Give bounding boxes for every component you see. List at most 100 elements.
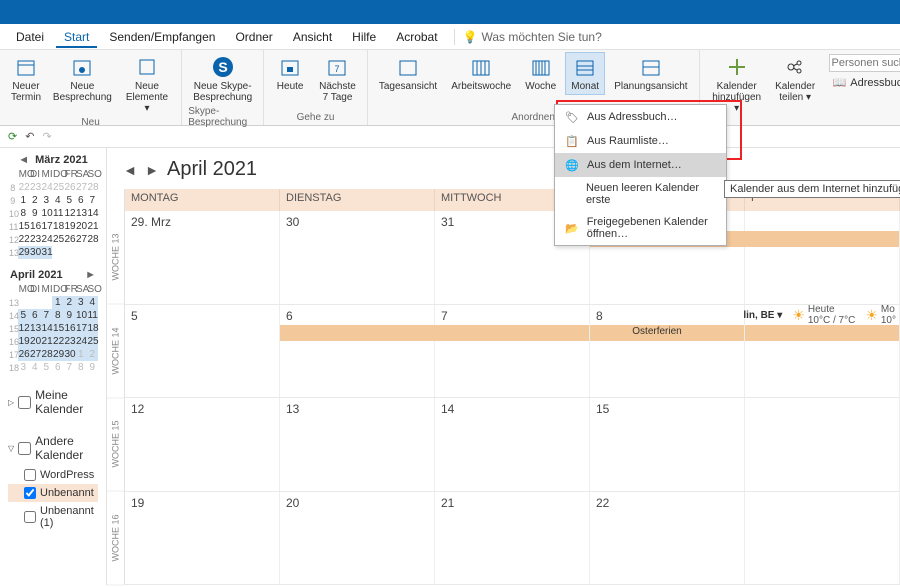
day-cell[interactable]: 6Osterferien — [280, 305, 435, 398]
checkbox[interactable] — [24, 511, 36, 523]
day-number: 29. Mrz — [131, 215, 273, 229]
calendar-list-item[interactable]: WordPress — [8, 466, 98, 484]
tooltip: Kalender aus dem Internet hinzufügen — [724, 180, 900, 198]
tab-datei[interactable]: Datei — [8, 26, 52, 48]
addressbook-button[interactable]: 📖Adressbuch — [829, 74, 900, 91]
day-header: DIENSTAG — [280, 189, 435, 211]
day-cell[interactable]: 30 — [280, 211, 435, 304]
redo-icon[interactable]: ↷ — [42, 130, 51, 143]
day-number: 13 — [286, 402, 428, 416]
day-cell[interactable]: 8 — [590, 305, 745, 398]
next-button[interactable]: ► — [145, 162, 159, 178]
dropdown-item[interactable]: 🏷Aus Adressbuch… — [555, 105, 726, 129]
day-number: 12 — [131, 402, 273, 416]
group-label: Neu — [81, 117, 99, 130]
calendar-today-icon — [278, 55, 302, 79]
day-cell[interactable]: 29. Mrz — [125, 211, 280, 304]
schedule-icon — [639, 55, 663, 79]
day-cell[interactable]: 7 — [435, 305, 590, 398]
tab-ordner[interactable]: Ordner — [227, 26, 280, 48]
tomorrow-label: Mo — [881, 304, 895, 315]
calendar-list-item[interactable]: Unbenannt — [8, 484, 98, 502]
month-view-button[interactable]: Monat — [565, 52, 605, 95]
day-cell[interactable]: 22 — [590, 492, 745, 585]
tab-ansicht[interactable]: Ansicht — [285, 26, 340, 48]
day-cell[interactable] — [745, 211, 900, 304]
weather-widget[interactable]: lin, BE ▾ ☀Heute10°C / 7°C ☀Mo10° — [743, 304, 900, 326]
skype-meeting-button[interactable]: S Neue Skype- Besprechung — [188, 52, 257, 106]
day-number: 22 — [596, 496, 738, 510]
label: Nächste 7 Tage — [319, 81, 356, 103]
checkbox[interactable] — [24, 469, 36, 481]
day-cell[interactable] — [745, 398, 900, 491]
menu-bar: Datei Start Senden/Empfangen Ordner Ansi… — [0, 24, 900, 50]
checkbox[interactable] — [18, 442, 31, 455]
label: WordPress — [40, 469, 94, 481]
schedule-view-button[interactable]: Planungsansicht — [609, 52, 692, 95]
window-titlebar — [0, 0, 900, 24]
week-view-button[interactable]: Woche — [520, 52, 561, 95]
share-calendar-button[interactable]: Kalender teilen ▾ — [772, 52, 819, 106]
checkbox[interactable] — [24, 487, 36, 499]
label: Unbenannt (1) — [40, 505, 94, 529]
sun-icon: ☀ — [865, 307, 878, 324]
day-cell[interactable]: 13 — [280, 398, 435, 491]
day-number: 14 — [441, 402, 583, 416]
calendar-list-item[interactable]: Unbenannt (1) — [8, 502, 98, 532]
today-button[interactable]: Heute — [270, 52, 310, 95]
day-cell[interactable] — [745, 492, 900, 585]
day-cell[interactable]: 14 — [435, 398, 590, 491]
main-area: ◄März 2021 MODIMIDOFRSASO822232425262728… — [0, 148, 900, 585]
label: Aus Raumliste… — [587, 135, 669, 147]
day-view-button[interactable]: Tagesansicht — [374, 52, 442, 95]
new-meeting-button[interactable]: Neue Besprechung — [50, 52, 115, 106]
ribbon-group-goto: Heute 7 Nächste 7 Tage Gehe zu — [264, 50, 368, 125]
lightbulb-icon: 💡 — [463, 30, 478, 44]
minical-table[interactable]: MODIMIDOFRSASO13123414567891011151213141… — [8, 283, 98, 374]
new-items-button[interactable]: Neue Elemente ▾ — [119, 52, 175, 117]
label: Unbenannt — [40, 487, 94, 499]
page-title: April 2021 — [167, 158, 257, 181]
next-month-button[interactable]: ► — [85, 269, 96, 281]
triangle-icon: ▷ — [8, 398, 14, 407]
undo-icon[interactable]: ↶ — [25, 130, 34, 143]
tab-start[interactable]: Start — [56, 26, 97, 48]
minical-march: ◄März 2021 MODIMIDOFRSASO822232425262728… — [0, 148, 106, 263]
ribbon: Neuer Termin Neue Besprechung Neue Eleme… — [0, 50, 900, 126]
svg-text:7: 7 — [335, 64, 340, 74]
checkbox[interactable] — [18, 396, 31, 409]
label: Neue Elemente ▾ — [124, 81, 170, 114]
tellme-input[interactable]: Was möchten Sie tun? — [482, 30, 602, 44]
day-cell[interactable]: 21 — [435, 492, 590, 585]
day-number: 7 — [441, 309, 583, 323]
day-cell[interactable]: 12 — [125, 398, 280, 491]
dropdown-item[interactable]: Neuen leeren Kalender erste — [555, 177, 726, 211]
minical-table[interactable]: MODIMIDOFRSASO82223242526272891234567108… — [8, 168, 98, 259]
tomorrow-temp: 10° — [881, 315, 896, 326]
new-appointment-button[interactable]: Neuer Termin — [6, 52, 46, 106]
day-cell[interactable]: 20 — [280, 492, 435, 585]
search-people-input[interactable] — [829, 54, 900, 72]
dropdown-item[interactable]: 📂Freigegebenen Kalender öffnen… — [555, 211, 726, 245]
tab-hilfe[interactable]: Hilfe — [344, 26, 384, 48]
day-cell[interactable]: 15 — [590, 398, 745, 491]
other-calendars-header[interactable]: ▽Andere Kalender — [8, 430, 98, 466]
location[interactable]: lin, BE ▾ — [743, 310, 782, 321]
prev-button[interactable]: ◄ — [123, 162, 137, 178]
tab-acrobat[interactable]: Acrobat — [388, 26, 445, 48]
day-cell[interactable]: 5 — [125, 305, 280, 398]
label: Neue Skype- Besprechung — [193, 81, 252, 103]
day-cell[interactable]: 19 — [125, 492, 280, 585]
refresh-icon[interactable]: ⟳ — [8, 130, 17, 143]
dropdown-item[interactable]: 📋Aus Raumliste… — [555, 129, 726, 153]
day-number: 8 — [596, 309, 738, 323]
workweek-view-button[interactable]: Arbeitswoche — [446, 52, 516, 95]
ribbon-side-search: 📖Adressbuch — [825, 50, 900, 125]
dropdown-item[interactable]: 🌐Aus dem Internet… — [555, 153, 726, 177]
label: Monat — [571, 81, 599, 92]
next-7-days-button[interactable]: 7 Nächste 7 Tage — [314, 52, 361, 106]
my-calendars-header[interactable]: ▷Meine Kalender — [8, 384, 98, 420]
prev-month-button[interactable]: ◄ — [18, 154, 29, 166]
label: Heute — [277, 81, 304, 92]
tab-senden[interactable]: Senden/Empfangen — [101, 26, 223, 48]
